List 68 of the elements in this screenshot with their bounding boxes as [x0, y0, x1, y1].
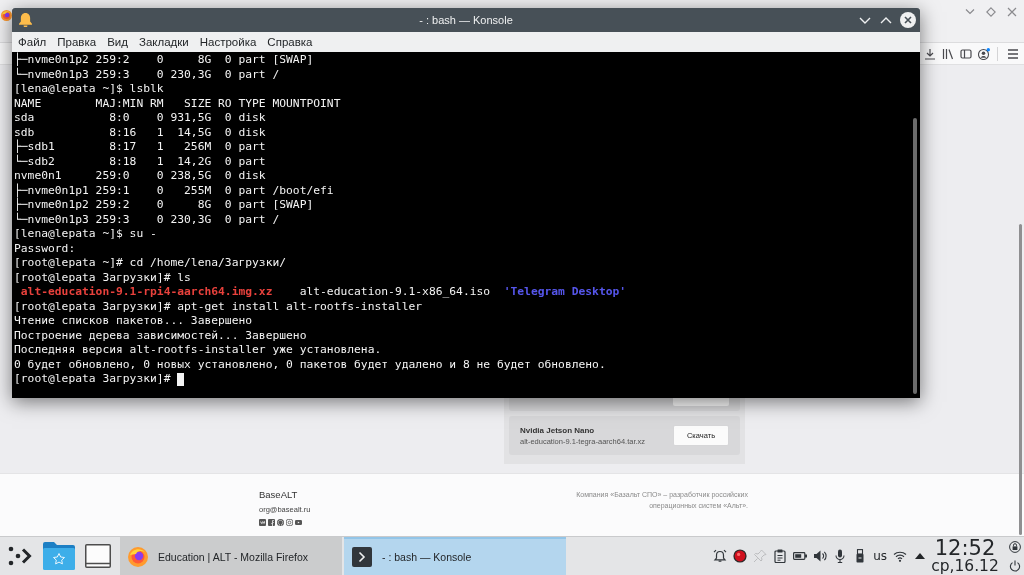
terminal-line: ├─nvme0n1p2 259:2 0 8G 0 part [SWAP]: [14, 198, 314, 211]
sidebar-icon[interactable]: [960, 47, 972, 60]
terminal-line: └─nvme0n1p3 259:3 0 230,3G 0 part /: [14, 67, 280, 82]
folder-icon[interactable]: [43, 542, 75, 570]
terminal-line: [root@lepata Загрузки]# ls: [14, 270, 191, 285]
menu-icon[interactable]: [1007, 47, 1019, 60]
terminal-line: sda 8:0 0 931,5G 0 disk: [14, 111, 266, 126]
speaker-icon[interactable]: [813, 549, 828, 563]
terminal-line: Чтение списков пакетов... Завершено: [14, 314, 253, 329]
alarm-bell-icon[interactable]: [713, 549, 728, 563]
download-icon[interactable]: [924, 47, 936, 60]
bell-icon: [19, 13, 32, 27]
terminal-line: sdb 8:16 1 14,5G 0 disk: [14, 125, 266, 139]
wifi-icon[interactable]: [893, 549, 907, 563]
scrollbar-thumb[interactable]: [1019, 224, 1022, 535]
lock-icon[interactable]: [1009, 540, 1021, 553]
terminal-icon: [352, 547, 372, 567]
menu-item[interactable]: Настройка: [199, 36, 257, 48]
screen-icon[interactable]: [85, 544, 111, 568]
minimize-icon[interactable]: [859, 16, 871, 24]
terminal-line: [root@lepata Загрузки]# apt-get install alt-rootfs-installer: [14, 299, 423, 314]
terminal-line: NAME MAJ:MIN RM SIZE RO TYPE MOUNTPOINT: [14, 96, 341, 111]
battery-icon[interactable]: [793, 549, 808, 563]
menu-item[interactable]: Правка: [57, 36, 97, 48]
library-icon[interactable]: [942, 47, 954, 60]
terminal-line: └─nvme0n1p3 259:3 0 230,3G 0 part /: [14, 212, 280, 227]
power-icon[interactable]: [1009, 559, 1021, 572]
browser-icon: [128, 547, 148, 567]
terminal-line: alt-education-9.1-rpi4-aarch64.img.xz alt-education-9.1-x86_64.iso 'Telegram Desktop': [19, 285, 627, 300]
terminal-line: Password:: [14, 241, 76, 256]
menu-item[interactable]: Справка: [267, 36, 313, 48]
scrollbar-thumb[interactable]: [913, 118, 917, 394]
dots-chevron-icon[interactable]: [8, 546, 32, 566]
browser-icon[interactable]: [1, 10, 12, 21]
menu-item[interactable]: Вид: [107, 36, 128, 48]
terminal-line: Последняя версия alt-rootfs-installer уже установлена.: [14, 343, 382, 358]
clipboard-icon[interactable]: [773, 549, 788, 563]
social-icon[interactable]: [259, 519, 266, 526]
image-title: Nvidia Jetson Nano: [520, 425, 596, 435]
terminal-line: ├─sdb1 8:17 1 256M 0 part: [14, 140, 266, 153]
expand-arrow-icon[interactable]: [915, 553, 925, 559]
footer-brand: BaseALT: [259, 489, 298, 501]
terminal-line: Построение дерева зависимостей... Завершено: [14, 328, 307, 343]
keyboard-layout[interactable]: us: [873, 549, 887, 563]
terminal-line: ├─nvme0n1p1 259:1 0 255M 0 part /boot/efi: [14, 183, 334, 198]
menu-item[interactable]: Закладки: [138, 36, 189, 48]
close-icon[interactable]: [1007, 7, 1017, 17]
record-icon[interactable]: [733, 549, 748, 563]
social-icon[interactable]: [268, 519, 275, 526]
window-title: - : bash — Konsole: [419, 14, 513, 26]
terminal-line: ├─nvme0n1p2 259:2 0 8G 0 part [SWAP]: [14, 53, 314, 66]
terminal-line: nvme0n1 259:0 0 238,5G 0 disk: [14, 169, 266, 183]
terminal-line: [lena@lepata ~]$ su -: [14, 227, 157, 242]
text-cursor-icon: [177, 372, 185, 386]
taskbar-task[interactable]: Education | ALT - Mozilla Firefox: [120, 537, 342, 575]
terminal-line: [lena@lepata ~]$ lsblk: [14, 82, 164, 97]
close-icon[interactable]: [900, 12, 916, 28]
terminal-line: └─sdb2 8:18 1 14,2G 0 part: [14, 154, 266, 169]
social-icon[interactable]: [286, 519, 293, 526]
terminal-line: 0 будет обновлено, 0 новых установлено, 0 пакетов будет удалено и 8 не будет обновлено.: [14, 357, 606, 372]
social-icon[interactable]: [295, 519, 302, 526]
taskbar-task[interactable]: - : bash — Konsole: [344, 537, 566, 575]
clock-date[interactable]: ср,16.12: [931, 558, 999, 575]
account-icon[interactable]: [978, 47, 990, 60]
clock-time[interactable]: 12:52: [934, 537, 996, 559]
menu-item[interactable]: Файл: [18, 36, 47, 48]
terminal-line: [root@lepata Загрузки]#: [14, 372, 171, 387]
terminal-line: [root@lepata ~]# cd /home/lena/Загрузки/: [14, 256, 287, 271]
